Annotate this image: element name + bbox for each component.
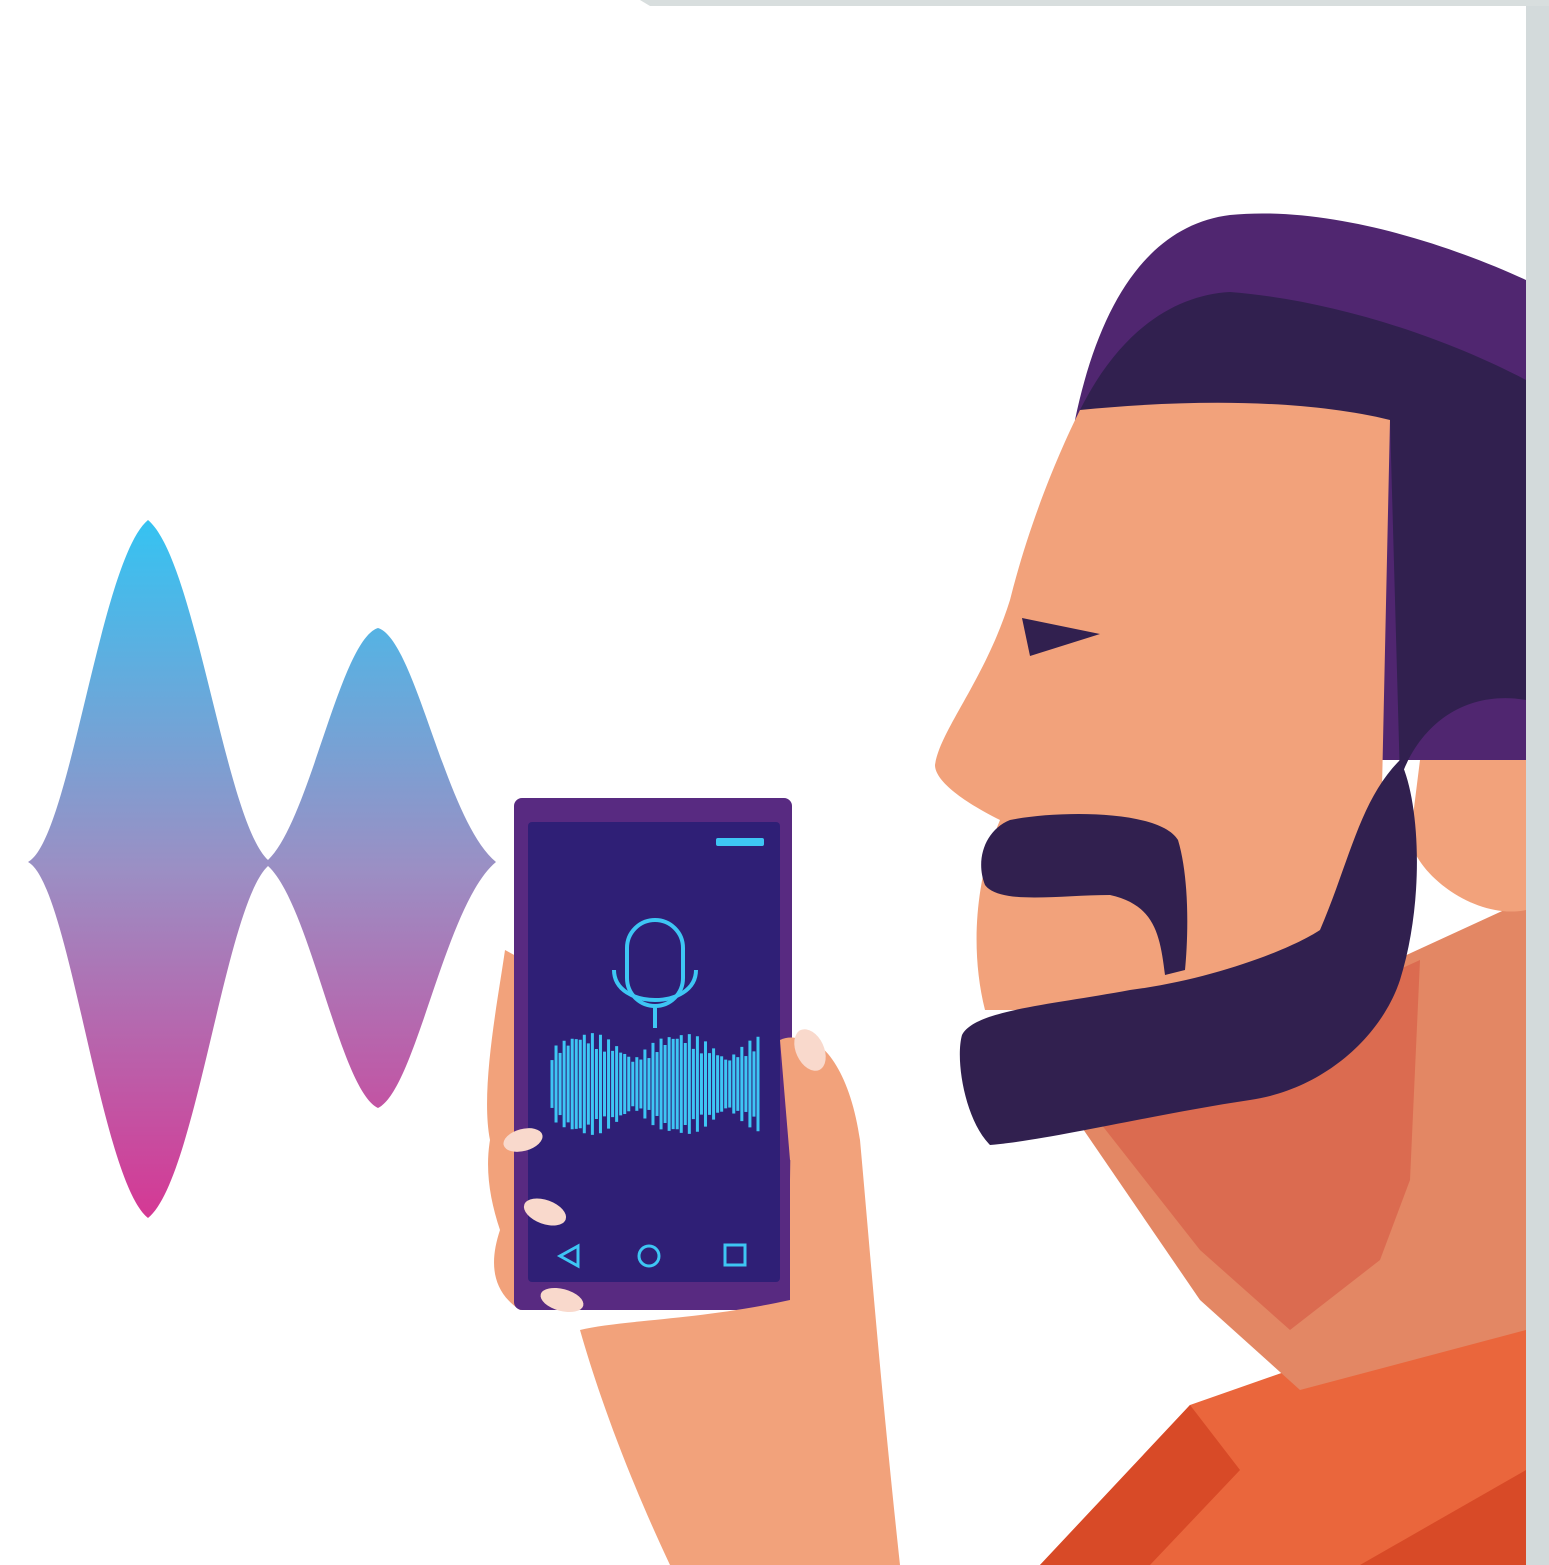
frame-top-border [640, 0, 1549, 6]
voice-assistant-illustration [0, 0, 1549, 1565]
phone [514, 798, 792, 1310]
status-bar-icon [716, 838, 764, 846]
frame-right-border [1526, 0, 1549, 1565]
